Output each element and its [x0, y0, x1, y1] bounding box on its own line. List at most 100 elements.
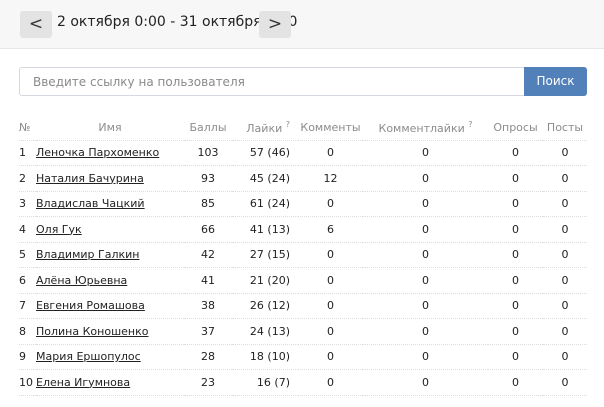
polls-cell: 0: [488, 267, 543, 294]
user-link-input[interactable]: [19, 67, 524, 96]
likes-cell: 27 (15): [232, 242, 298, 268]
score-cell: 23: [184, 369, 232, 396]
header-posts[interactable]: Посты: [543, 115, 587, 141]
posts-cell: 0: [543, 293, 587, 319]
header-name[interactable]: Имя: [36, 115, 184, 141]
score-cell: 66: [184, 216, 232, 243]
posts-cell: 0: [543, 369, 587, 396]
comment-likes-help-icon[interactable]: ?: [468, 120, 472, 129]
table-row: 5 Владимир Галкин 42 27 (15) 0 0 0 0: [19, 242, 587, 268]
likes-cell: 24 (13): [232, 318, 298, 345]
header-comment-likes[interactable]: Комментлайки ?: [363, 115, 488, 141]
rank-cell: 10: [19, 369, 36, 396]
posts-cell: 0: [543, 318, 587, 345]
posts-cell: 0: [543, 267, 587, 294]
period-bar: < 2 октября 0:00 - 31 октября 0:00 >: [0, 0, 604, 49]
table-row: 3 Владислав Чацкий 85 61 (24) 0 0 0 0: [19, 191, 587, 217]
score-cell: 93: [184, 165, 232, 192]
polls-cell: 0: [488, 344, 543, 370]
name-cell: Елена Игумнова: [36, 369, 184, 396]
polls-cell: 0: [488, 165, 543, 192]
posts-cell: 0: [543, 242, 587, 268]
header-likes[interactable]: Лайки ?: [232, 115, 298, 141]
comment-likes-cell: 0: [363, 140, 488, 166]
user-search: Поиск: [19, 67, 587, 96]
user-profile-link[interactable]: Мария Ершопулос: [36, 350, 141, 363]
search-button[interactable]: Поиск: [524, 67, 587, 96]
posts-cell: 0: [543, 165, 587, 192]
comment-likes-cell: 0: [363, 344, 488, 370]
leaderboard-table: № Имя Баллы Лайки ? Комменты Комментлайк…: [19, 115, 587, 396]
user-profile-link[interactable]: Оля Гук: [36, 223, 82, 236]
table-row: 8 Полина Коношенко 37 24 (13) 0 0 0 0: [19, 318, 587, 345]
user-profile-link[interactable]: Евгения Ромашова: [36, 299, 145, 312]
score-cell: 38: [184, 293, 232, 319]
likes-cell: 61 (24): [232, 191, 298, 217]
name-cell: Евгения Ромашова: [36, 293, 184, 319]
table-header-row: № Имя Баллы Лайки ? Комменты Комментлайк…: [19, 115, 587, 141]
rank-cell: 8: [19, 318, 36, 345]
rank-cell: 7: [19, 293, 36, 319]
comment-likes-cell: 0: [363, 165, 488, 192]
header-polls[interactable]: Опросы: [488, 115, 543, 141]
name-cell: Леночка Пархоменко: [36, 140, 184, 166]
comments-cell: 0: [298, 344, 363, 370]
likes-cell: 16 (7): [232, 369, 298, 396]
header-likes-label: Лайки: [246, 121, 283, 135]
comment-likes-cell: 0: [363, 216, 488, 243]
comments-cell: 0: [298, 267, 363, 294]
likes-help-icon[interactable]: ?: [286, 120, 290, 129]
score-cell: 28: [184, 344, 232, 370]
comment-likes-cell: 0: [363, 242, 488, 268]
name-cell: Владислав Чацкий: [36, 191, 184, 217]
header-score[interactable]: Баллы: [184, 115, 232, 141]
table-row: 9 Мария Ершопулос 28 18 (10) 0 0 0 0: [19, 344, 587, 370]
table-row: 2 Наталия Бачурина 93 45 (24) 12 0 0 0: [19, 165, 587, 192]
next-period-button[interactable]: >: [259, 11, 291, 38]
likes-cell: 45 (24): [232, 165, 298, 192]
comments-cell: 0: [298, 242, 363, 268]
user-profile-link[interactable]: Владислав Чацкий: [36, 197, 145, 210]
comments-cell: 0: [298, 369, 363, 396]
comment-likes-cell: 0: [363, 267, 488, 294]
comments-cell: 0: [298, 293, 363, 319]
likes-cell: 26 (12): [232, 293, 298, 319]
user-profile-link[interactable]: Наталия Бачурина: [36, 172, 144, 185]
polls-cell: 0: [488, 216, 543, 243]
user-profile-link[interactable]: Алёна Юрьевна: [36, 274, 127, 287]
table-row: 1 Леночка Пархоменко 103 57 (46) 0 0 0 0: [19, 140, 587, 166]
posts-cell: 0: [543, 344, 587, 370]
name-cell: Оля Гук: [36, 216, 184, 243]
rank-cell: 3: [19, 191, 36, 217]
header-no: №: [19, 115, 36, 141]
name-cell: Алёна Юрьевна: [36, 267, 184, 294]
likes-cell: 41 (13): [232, 216, 298, 243]
likes-cell: 18 (10): [232, 344, 298, 370]
prev-period-button[interactable]: <: [20, 11, 52, 38]
user-profile-link[interactable]: Владимир Галкин: [36, 248, 139, 261]
rank-cell: 6: [19, 267, 36, 294]
user-profile-link[interactable]: Полина Коношенко: [36, 325, 148, 338]
table-row: 4 Оля Гук 66 41 (13) 6 0 0 0: [19, 216, 587, 243]
comments-cell: 0: [298, 191, 363, 217]
rank-cell: 1: [19, 140, 36, 166]
comment-likes-cell: 0: [363, 369, 488, 396]
score-cell: 103: [184, 140, 232, 166]
name-cell: Владимир Галкин: [36, 242, 184, 268]
score-cell: 85: [184, 191, 232, 217]
table-row: 7 Евгения Ромашова 38 26 (12) 0 0 0 0: [19, 293, 587, 319]
user-profile-link[interactable]: Елена Игумнова: [36, 376, 130, 389]
rank-cell: 9: [19, 344, 36, 370]
likes-cell: 57 (46): [232, 140, 298, 166]
table-row: 10 Елена Игумнова 23 16 (7) 0 0 0 0: [19, 369, 587, 396]
polls-cell: 0: [488, 369, 543, 396]
rank-cell: 2: [19, 165, 36, 192]
user-profile-link[interactable]: Леночка Пархоменко: [36, 146, 159, 159]
name-cell: Мария Ершопулос: [36, 344, 184, 370]
polls-cell: 0: [488, 318, 543, 345]
table-body: 1 Леночка Пархоменко 103 57 (46) 0 0 0 0 2 Натали…: [19, 140, 587, 396]
header-comments[interactable]: Комменты: [298, 115, 363, 141]
polls-cell: 0: [488, 140, 543, 166]
polls-cell: 0: [488, 191, 543, 217]
rank-cell: 4: [19, 216, 36, 243]
